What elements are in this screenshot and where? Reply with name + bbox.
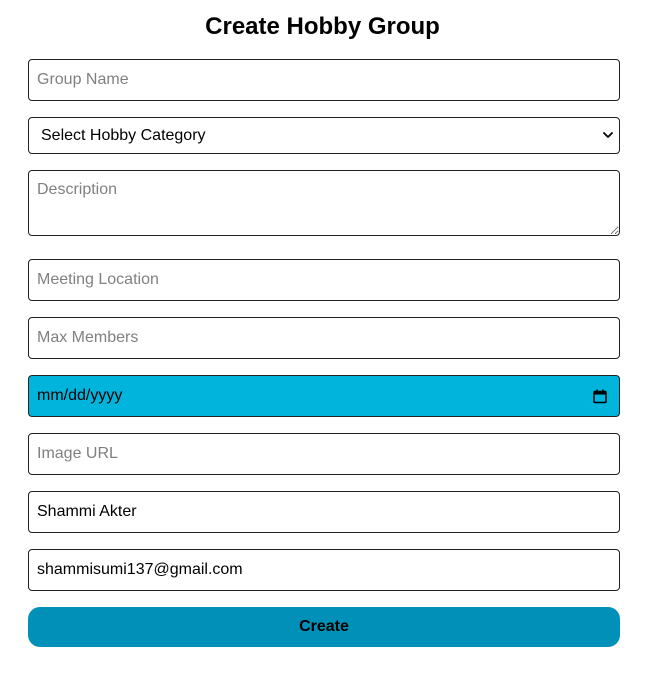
group-name-input[interactable]: [28, 59, 620, 101]
date-input-value: mm/dd/yyyy: [37, 387, 123, 404]
page-title: Create Hobby Group: [205, 13, 440, 40]
user-name-field[interactable]: [28, 491, 620, 533]
calendar-icon[interactable]: [593, 389, 607, 404]
hobby-category-selected: Select Hobby Category: [41, 127, 206, 144]
date-input[interactable]: mm/dd/yyyy: [28, 375, 620, 417]
chevron-down-icon: [603, 132, 613, 138]
max-members-input[interactable]: [28, 317, 620, 359]
image-url-input[interactable]: [28, 433, 620, 475]
create-button[interactable]: Create: [28, 607, 620, 647]
user-email-field[interactable]: [28, 549, 620, 591]
description-textarea[interactable]: [28, 170, 620, 236]
meeting-location-input[interactable]: [28, 259, 620, 301]
hobby-category-select[interactable]: Select Hobby Category: [28, 117, 620, 154]
